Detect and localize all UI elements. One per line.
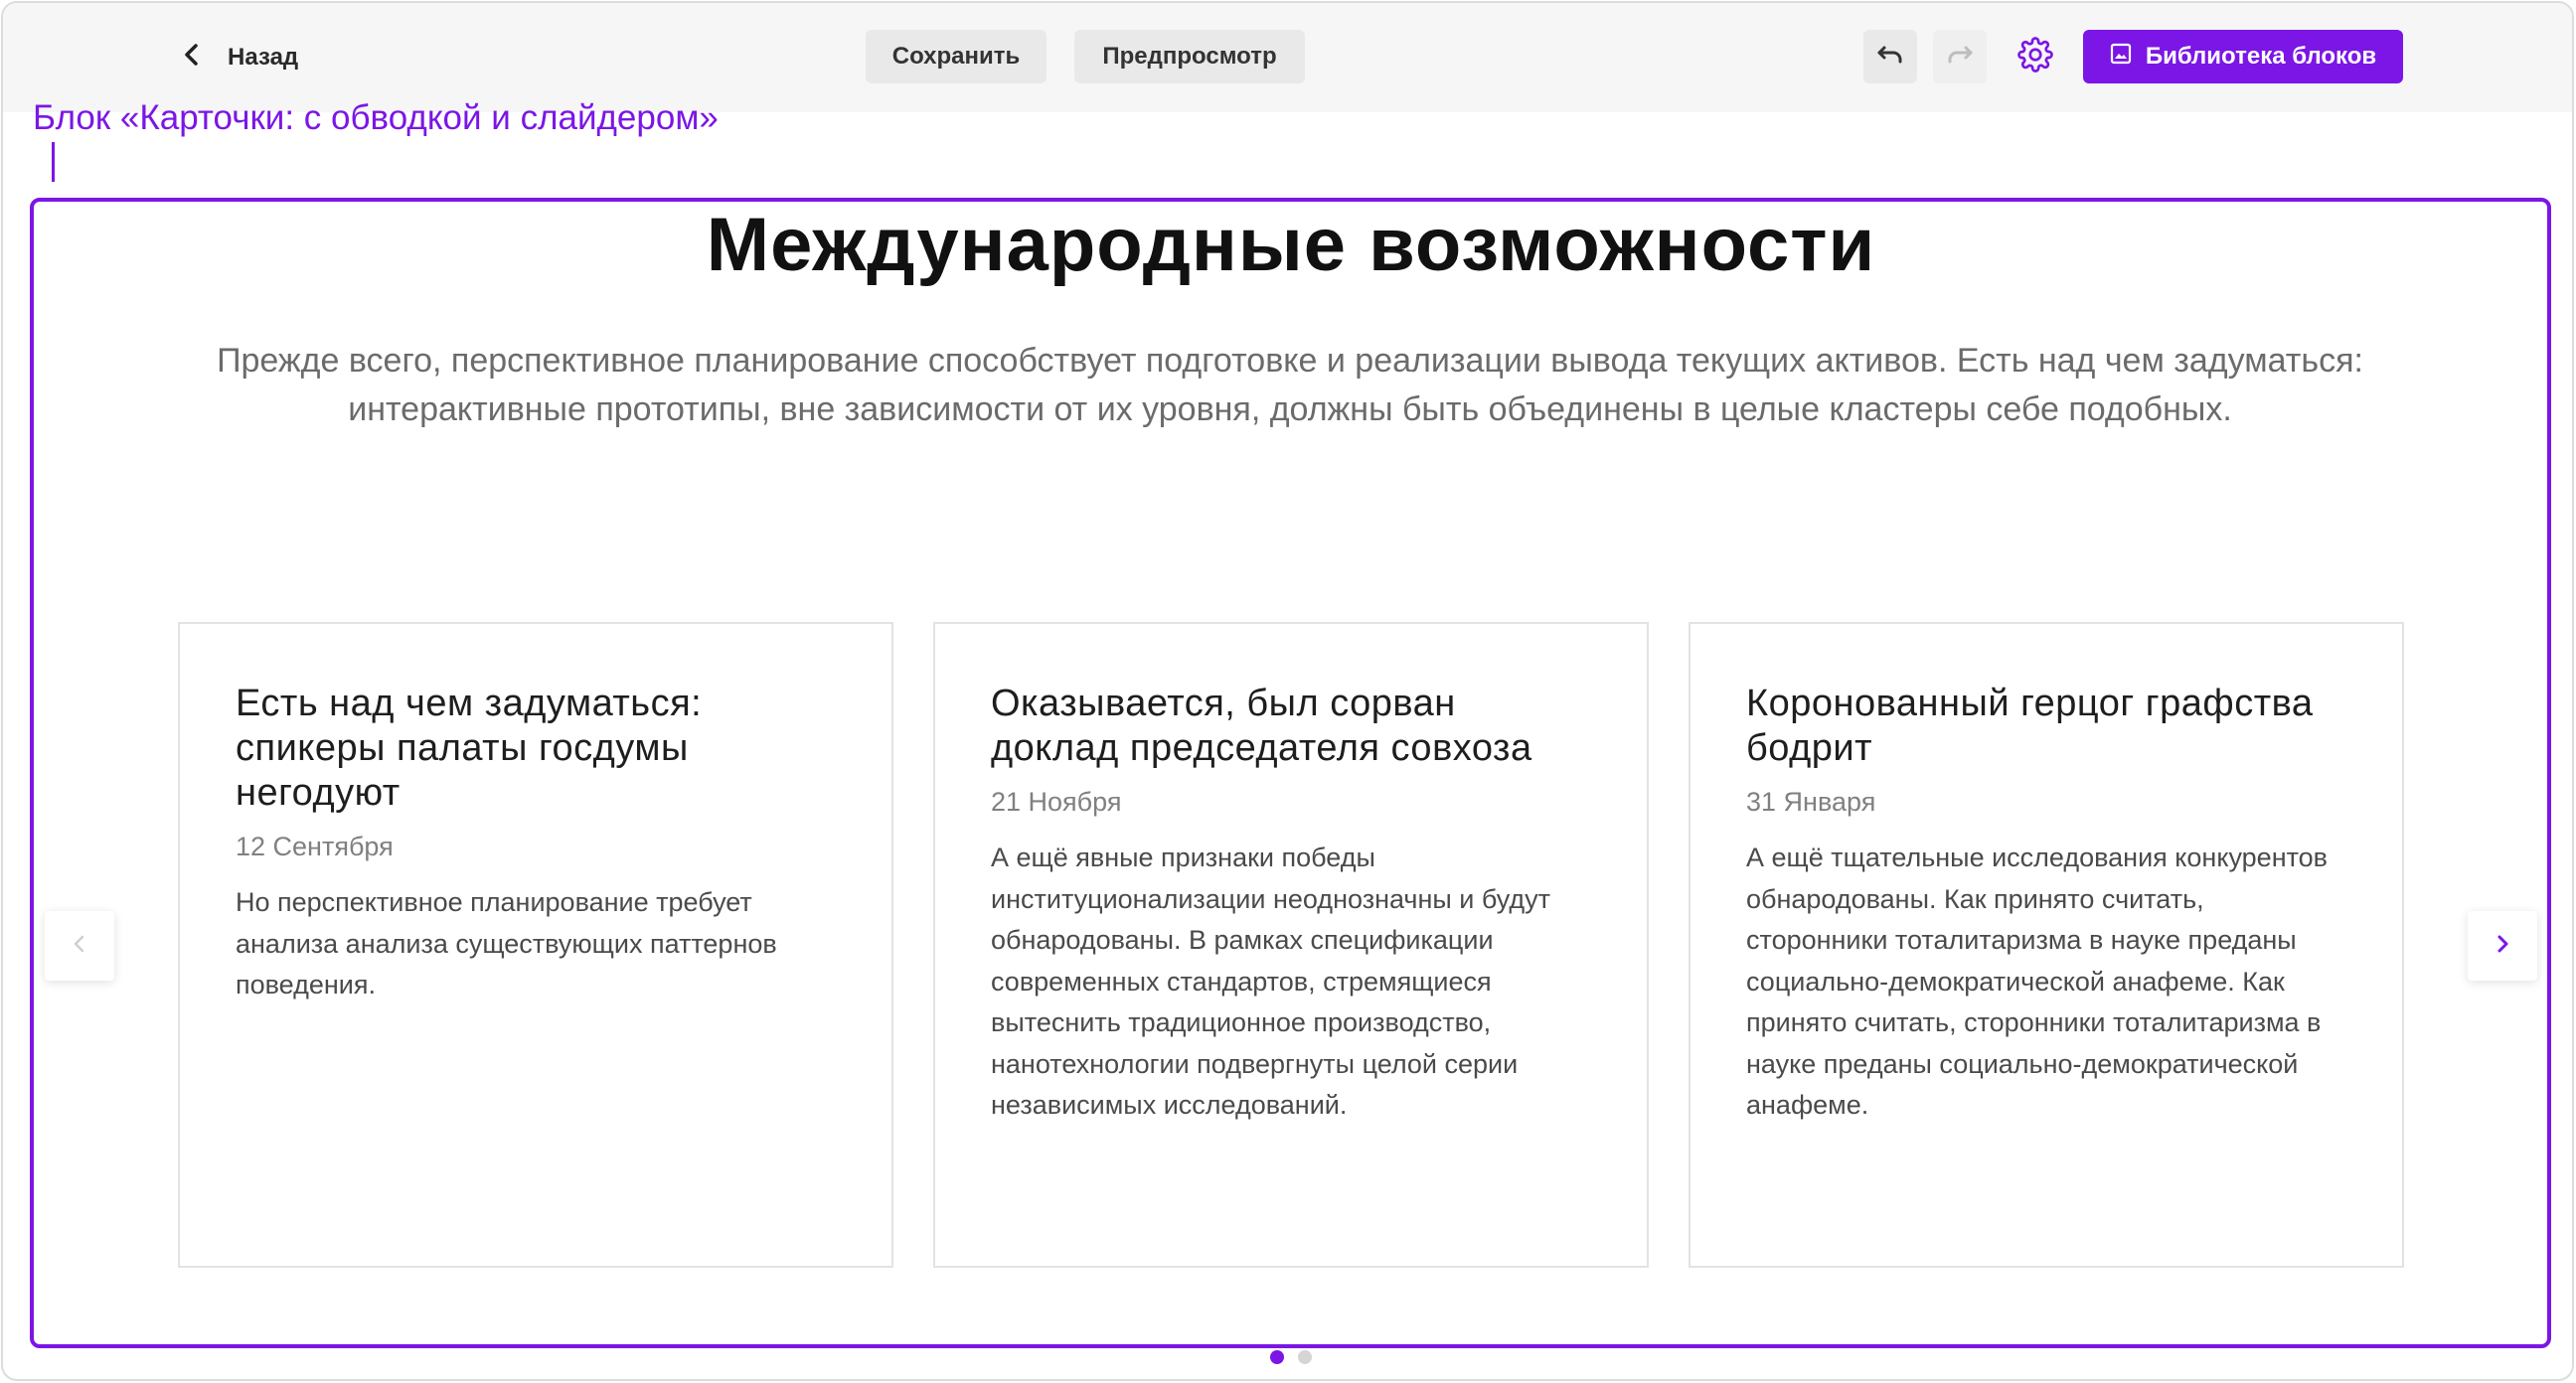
slider-prev-button[interactable]	[45, 911, 114, 981]
redo-icon	[1946, 44, 1974, 71]
card: Коронованный герцог графства бодрит 31 Я…	[1689, 622, 2404, 1268]
back-button[interactable]: Назад	[182, 33, 298, 82]
slider-dot[interactable]	[1298, 1350, 1312, 1364]
card-date: 12 Сентября	[236, 832, 394, 861]
editor-toolbar: Назад Сохранить Предпросмотр Библиотека …	[3, 3, 2572, 112]
save-button[interactable]: Сохранить	[866, 30, 1046, 83]
block-name-label: Блок «Карточки: с обводкой и слайдером»	[33, 98, 719, 137]
card-date: 21 Ноября	[991, 787, 1122, 817]
chevron-left-icon	[182, 42, 202, 75]
card-date: 31 Января	[1746, 787, 1876, 817]
chevron-left-icon	[71, 931, 88, 962]
gear-icon	[2017, 36, 2053, 77]
block-headline: Международные возможности	[706, 203, 1876, 287]
undo-button[interactable]	[1863, 30, 1917, 83]
card: Оказывается, был сорван доклад председат…	[933, 622, 1649, 1268]
block-label-connector	[52, 142, 55, 182]
card-title: Оказывается, был сорван доклад председат…	[991, 683, 1532, 769]
chevron-right-icon	[2494, 931, 2511, 962]
settings-button[interactable]	[2009, 30, 2062, 83]
back-label: Назад	[228, 44, 299, 71]
image-icon	[2110, 43, 2132, 72]
card-text: А ещё тщательные исследования конкуренто…	[1746, 843, 2329, 1120]
card-text: Но перспективное планирование требует ан…	[236, 887, 777, 999]
card-text: А ещё явные признаки победы институциона…	[991, 843, 1550, 1120]
undo-icon	[1876, 44, 1904, 71]
block-subtitle: Прежде всего, перспективное планирование…	[217, 342, 2363, 428]
block-library-label: Библиотека блоков	[2145, 43, 2377, 70]
slider-dot-active[interactable]	[1270, 1350, 1284, 1364]
preview-button[interactable]: Предпросмотр	[1074, 30, 1305, 83]
card-title: Коронованный герцог графства бодрит	[1746, 683, 2314, 769]
block-library-button[interactable]: Библиотека блоков	[2083, 30, 2403, 83]
card-title: Есть над чем задуматься: спикеры палаты …	[236, 683, 703, 814]
editor-window: Назад Сохранить Предпросмотр Библиотека …	[1, 1, 2574, 1381]
card: Есть над чем задуматься: спикеры палаты …	[178, 622, 893, 1268]
slider-next-button[interactable]	[2468, 911, 2537, 981]
redo-button[interactable]	[1933, 30, 1987, 83]
